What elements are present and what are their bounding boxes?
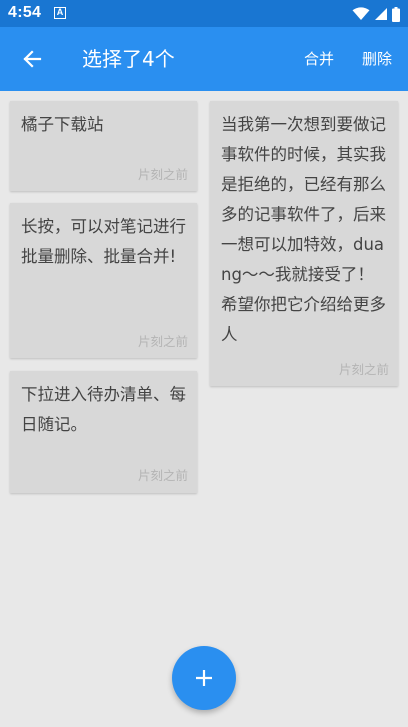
merge-button[interactable]: 合并 [304, 48, 334, 70]
status-time: 4:54 [8, 4, 42, 21]
note-timestamp: 片刻之前 [137, 167, 188, 182]
note-card[interactable]: 当我第一次想到要做记事软件的时候，其实我是拒绝的，已经有那么多的记事软件了，后来… [210, 101, 398, 386]
back-button[interactable] [10, 37, 54, 81]
page-title: 选择了4个 [82, 47, 175, 71]
plus-icon [196, 670, 212, 686]
note-timestamp: 片刻之前 [137, 468, 188, 483]
delete-button[interactable]: 删除 [362, 48, 392, 70]
add-note-button[interactable] [172, 646, 236, 710]
note-text: 当我第一次想到要做记事软件的时候，其实我是拒绝的，已经有那么多的记事软件了，后来… [221, 115, 386, 344]
note-text-clip: 当我第一次想到要做记事软件的时候，其实我是拒绝的，已经有那么多的记事软件了，后来… [221, 110, 389, 356]
note-text: 下拉进入待办清单、每日随记。 [21, 385, 186, 434]
note-text: 长按，可以对笔记进行批量删除、批量合并! [21, 217, 186, 266]
arrow-left-icon [23, 50, 42, 68]
signal-icon [375, 8, 387, 20]
app-bar: 选择了4个 合并 删除 [0, 27, 408, 91]
wifi-icon [352, 7, 370, 20]
note-card[interactable]: 橘子下载站 片刻之前 [10, 101, 197, 191]
status-bar: 4:54 A [0, 0, 408, 27]
notification-icon: A [54, 7, 66, 19]
battery-icon [392, 6, 400, 22]
note-card[interactable]: 长按，可以对笔记进行批量删除、批量合并! 片刻之前 [10, 203, 197, 358]
note-text: 橘子下载站 [21, 115, 104, 134]
note-card[interactable]: 下拉进入待办清单、每日随记。 片刻之前 [10, 371, 197, 493]
note-timestamp: 片刻之前 [338, 362, 389, 377]
note-timestamp: 片刻之前 [137, 334, 188, 349]
status-icons [352, 5, 400, 23]
